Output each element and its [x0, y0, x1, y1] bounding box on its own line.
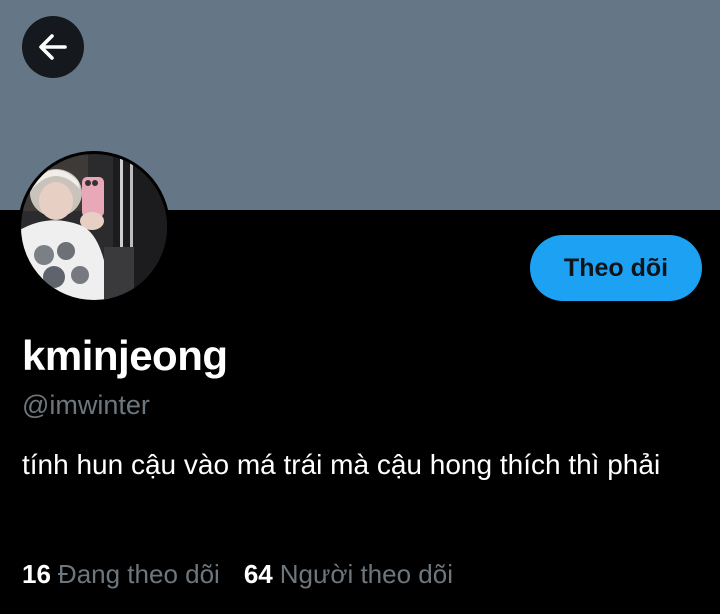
- followers-count: 64: [243, 559, 273, 589]
- display-name: kminjeong: [22, 332, 228, 379]
- followers-stat[interactable]: 64 Người theo dõi: [244, 559, 453, 590]
- profile-screen: Theo dõi kminjeong @imwinter tính hun cậ…: [0, 0, 720, 614]
- followers-label: Người theo dõi: [279, 559, 453, 589]
- profile-bio: tính hun cậu vào má trái mà cậu hong thí…: [22, 449, 661, 480]
- following-stat[interactable]: 16 Đang theo dõi: [22, 559, 220, 590]
- profile-stats: 16 Đang theo dõi 64 Người theo dõi: [22, 559, 453, 590]
- following-count: 16: [22, 559, 51, 589]
- profile-handle: @imwinter: [22, 390, 150, 420]
- follow-button[interactable]: Theo dõi: [530, 235, 702, 301]
- following-label: Đang theo dõi: [57, 559, 220, 589]
- back-button[interactable]: [22, 16, 84, 78]
- avatar[interactable]: [18, 151, 170, 303]
- arrow-left-icon: [36, 30, 70, 64]
